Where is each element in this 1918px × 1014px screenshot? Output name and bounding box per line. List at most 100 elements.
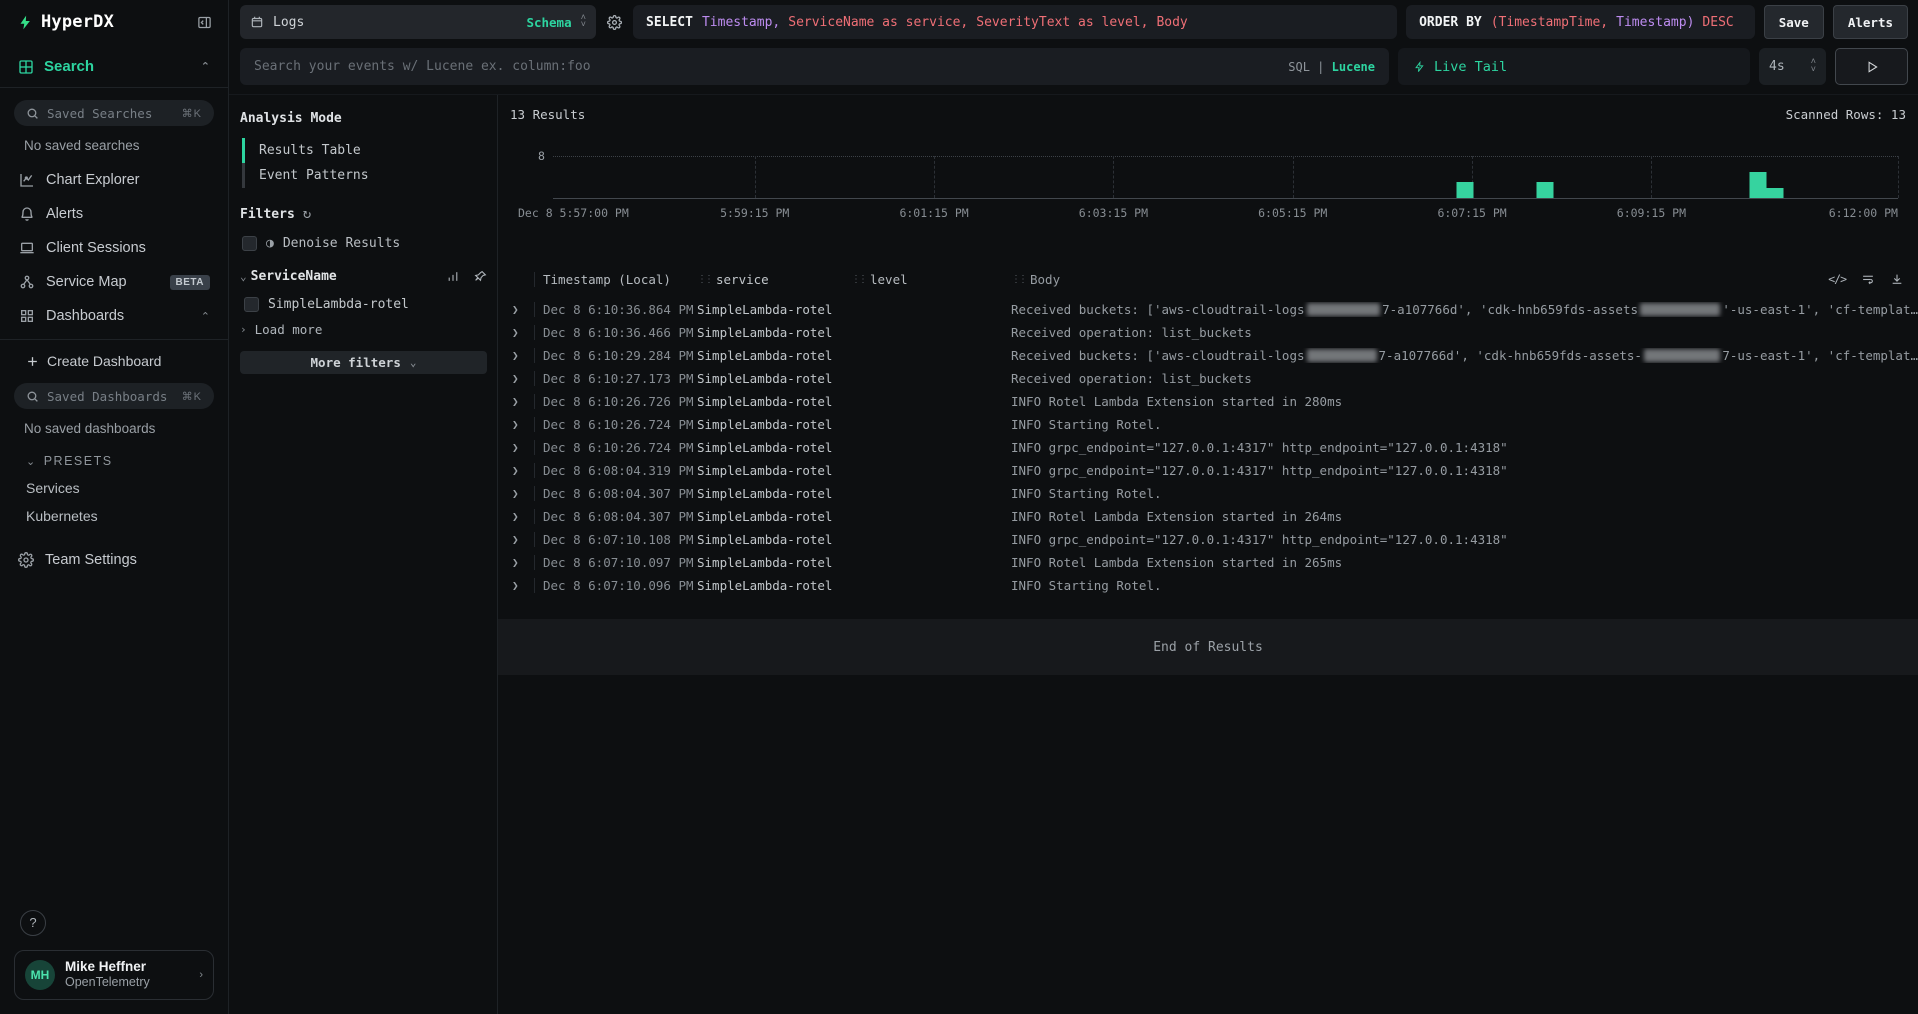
row-expand-icon[interactable]: ❯: [512, 487, 534, 500]
table-row[interactable]: ❯Dec 8 6:10:29.284 PMSimpleLambda-rotelR…: [498, 344, 1918, 367]
row-expand-icon[interactable]: ❯: [512, 556, 534, 569]
presets-toggle[interactable]: ⌄ PRESETS: [0, 444, 228, 474]
histogram-bar[interactable]: [1767, 188, 1784, 199]
save-button[interactable]: Save: [1764, 5, 1824, 39]
drag-handle-icon[interactable]: ⋮⋮: [697, 274, 711, 285]
saved-dashboards-input[interactable]: Saved Dashboards ⌘K: [14, 383, 214, 409]
event-search-input[interactable]: Search your events w/ Lucene ex. column:…: [240, 48, 1389, 85]
more-filters-button[interactable]: More filters ⌄: [240, 351, 487, 374]
row-body: Received operation: list_buckets: [1011, 325, 1918, 340]
lucene-mode-label[interactable]: Lucene: [1332, 60, 1375, 74]
source-settings-gear-icon[interactable]: [605, 5, 624, 39]
histogram-bar[interactable]: [1749, 172, 1766, 198]
select-clause-input[interactable]: SELECT Timestamp,ServiceName as service,…: [633, 5, 1397, 39]
wrap-lines-icon[interactable]: [1861, 273, 1875, 286]
drag-handle-icon[interactable]: ⋮⋮: [1011, 274, 1025, 285]
preset-item-services[interactable]: Services: [0, 474, 228, 502]
table-row[interactable]: ❯Dec 8 6:07:10.096 PMSimpleLambda-rotelI…: [498, 574, 1918, 597]
histogram-bar[interactable]: [1537, 182, 1554, 198]
chevron-up-icon[interactable]: ⌃: [201, 60, 210, 73]
presets-label: PRESETS: [44, 454, 113, 468]
table-row[interactable]: ❯Dec 8 6:08:04.307 PMSimpleLambda-rotelI…: [498, 505, 1918, 528]
left-sidebar: HyperDX Search ⌃ Saved Searches ⌘K No sa…: [0, 0, 229, 1014]
row-expand-icon[interactable]: ❯: [512, 372, 534, 385]
row-expand-icon[interactable]: ❯: [512, 395, 534, 408]
results-count: 13 Results: [510, 107, 585, 122]
gear-icon: [18, 552, 34, 568]
row-timestamp: Dec 8 6:07:10.096 PM: [534, 578, 697, 593]
help-button[interactable]: ?: [20, 910, 46, 936]
row-expand-icon[interactable]: ❯: [512, 464, 534, 477]
drag-handle-icon[interactable]: ⋮⋮: [851, 274, 865, 285]
sidebar-item-dashboards[interactable]: Dashboards ⌃: [0, 299, 228, 333]
sidebar-item-client-sessions[interactable]: Client Sessions: [0, 231, 228, 265]
pin-icon[interactable]: [474, 270, 487, 283]
chevron-down-icon[interactable]: ⌄: [240, 270, 247, 283]
col-body[interactable]: ⋮⋮Body: [1011, 272, 1828, 287]
row-expand-icon[interactable]: ❯: [512, 579, 534, 592]
preset-item-kubernetes[interactable]: Kubernetes: [0, 502, 228, 530]
user-menu[interactable]: MH Mike Heffner OpenTelemetry ›: [14, 950, 214, 1001]
database-icon: [250, 15, 264, 29]
collapse-sidebar-icon[interactable]: [197, 15, 212, 30]
x-start-label: Dec 8 5:57:00 PM: [518, 206, 629, 220]
row-expand-icon[interactable]: ❯: [512, 326, 534, 339]
sidebar-item-service-map[interactable]: Service Map BETA: [0, 265, 228, 299]
live-tail-button[interactable]: Live Tail: [1398, 48, 1750, 85]
download-icon[interactable]: [1890, 273, 1904, 286]
schema-label: Schema: [526, 15, 571, 30]
sidebar-item-chart-explorer[interactable]: Chart Explorer: [0, 163, 228, 197]
row-expand-icon[interactable]: ❯: [512, 349, 534, 362]
table-row[interactable]: ❯Dec 8 6:07:10.108 PMSimpleLambda-rotelI…: [498, 528, 1918, 551]
nav-label: Alerts: [46, 206, 83, 222]
alerts-button[interactable]: Alerts: [1833, 5, 1908, 39]
source-select[interactable]: Logs Schema ˄˅: [240, 5, 596, 39]
facet-chart-icon[interactable]: [446, 270, 460, 283]
refresh-interval-select[interactable]: 4s ˄˅: [1759, 48, 1826, 85]
table-row[interactable]: ❯Dec 8 6:10:36.864 PMSimpleLambda-rotelR…: [498, 298, 1918, 321]
row-service: SimpleLambda-rotel: [697, 440, 851, 455]
run-query-button[interactable]: [1835, 48, 1908, 85]
sql-mode-label[interactable]: SQL: [1288, 60, 1310, 74]
row-expand-icon[interactable]: ❯: [512, 533, 534, 546]
row-expand-icon[interactable]: ❯: [512, 510, 534, 523]
sidebar-item-search[interactable]: Search ⌃: [0, 42, 228, 88]
table-row[interactable]: ❯Dec 8 6:10:26.724 PMSimpleLambda-rotelI…: [498, 413, 1918, 436]
load-more-button[interactable]: › Load more: [240, 315, 487, 337]
col-service[interactable]: ⋮⋮service: [697, 272, 851, 287]
event-search-placeholder: Search your events w/ Lucene ex. column:…: [254, 59, 1278, 74]
create-dashboard-button[interactable]: Create Dashboard: [0, 340, 228, 371]
histogram-bar[interactable]: [1456, 182, 1473, 198]
col-level[interactable]: ⋮⋮level: [851, 272, 1011, 287]
row-expand-icon[interactable]: ❯: [512, 303, 534, 316]
sidebar-item-alerts[interactable]: Alerts: [0, 197, 228, 231]
row-expand-icon[interactable]: ❯: [512, 441, 534, 454]
mode-event-patterns[interactable]: Event Patterns: [245, 163, 487, 188]
table-row[interactable]: ❯Dec 8 6:07:10.097 PMSimpleLambda-rotelI…: [498, 551, 1918, 574]
denoise-checkbox[interactable]: [242, 236, 257, 251]
table-row[interactable]: ❯Dec 8 6:10:26.726 PMSimpleLambda-rotelI…: [498, 390, 1918, 413]
saved-searches-input[interactable]: Saved Searches ⌘K: [14, 100, 214, 126]
language-toggle[interactable]: SQL | Lucene: [1288, 60, 1375, 74]
code-view-icon[interactable]: </>: [1828, 272, 1846, 286]
order-by-clause-input[interactable]: ORDER BY (TimestampTime,Timestamp)DESC: [1406, 5, 1755, 39]
row-body: Received buckets: ['aws-cloudtrail-logs …: [1011, 302, 1918, 317]
table-row[interactable]: ❯Dec 8 6:10:36.466 PMSimpleLambda-rotelR…: [498, 321, 1918, 344]
denoise-results-toggle[interactable]: ◑ Denoise Results: [242, 236, 487, 251]
table-row[interactable]: ❯Dec 8 6:10:26.724 PMSimpleLambda-rotelI…: [498, 436, 1918, 459]
row-expand-icon[interactable]: ❯: [512, 418, 534, 431]
sidebar-item-team-settings[interactable]: Team Settings: [0, 530, 228, 590]
chevron-up-icon[interactable]: ⌃: [201, 310, 210, 323]
table-row[interactable]: ❯Dec 8 6:08:04.319 PMSimpleLambda-rotelI…: [498, 459, 1918, 482]
row-service: SimpleLambda-rotel: [697, 394, 851, 409]
brand-logo[interactable]: HyperDX: [18, 12, 114, 32]
table-row[interactable]: ❯Dec 8 6:10:27.173 PMSimpleLambda-rotelR…: [498, 367, 1918, 390]
results-area: 13 Results Scanned Rows: 13 8 5:59:15 PM…: [498, 95, 1918, 1014]
row-body: INFO Starting Rotel.: [1011, 417, 1918, 432]
col-timestamp[interactable]: Timestamp (Local): [534, 272, 697, 287]
facet-checkbox[interactable]: [244, 297, 259, 312]
refresh-filters-icon[interactable]: ↻: [303, 206, 311, 222]
table-row[interactable]: ❯Dec 8 6:08:04.307 PMSimpleLambda-rotelI…: [498, 482, 1918, 505]
facet-value-simplelambda[interactable]: SimpleLambda-rotel: [240, 294, 487, 315]
mode-results-table[interactable]: Results Table: [245, 138, 487, 163]
